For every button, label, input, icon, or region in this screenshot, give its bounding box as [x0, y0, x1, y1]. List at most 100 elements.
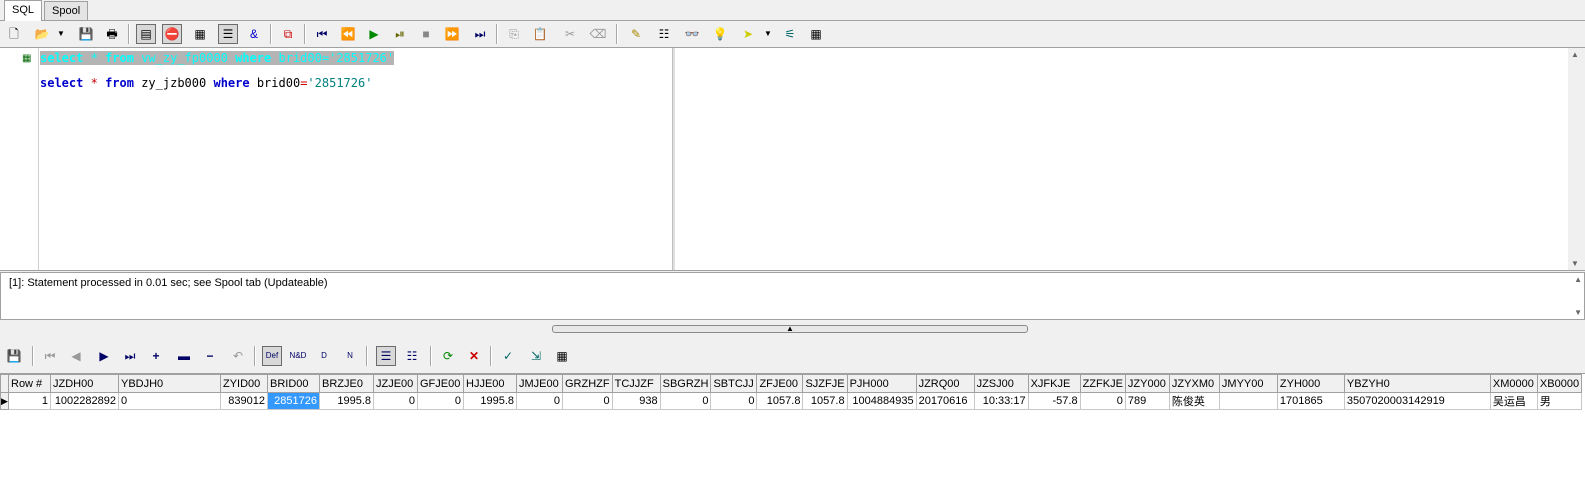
- grid-cell-jzy000[interactable]: 789: [1124, 392, 1170, 410]
- print-icon[interactable]: 🖶: [102, 24, 122, 44]
- grid-cell-grzhzf[interactable]: 0: [562, 392, 613, 410]
- next-record-icon[interactable]: ▶: [94, 346, 114, 366]
- scroll-up-icon[interactable]: ▲: [1571, 50, 1579, 59]
- column-header-jzyxm0[interactable]: JZYXM0: [1168, 374, 1220, 393]
- grid-cell-sbgrzh[interactable]: 0: [659, 392, 712, 410]
- column-header-pjh000[interactable]: PJH000: [846, 374, 917, 393]
- bulb-icon[interactable]: 💡: [710, 24, 730, 44]
- column-header-sjzfje[interactable]: SJZFJE: [802, 374, 848, 393]
- column-header-zyh000[interactable]: ZYH000: [1276, 374, 1345, 393]
- grid-cell-jzrq00[interactable]: 20170616: [915, 392, 975, 410]
- grid-icon[interactable]: ▦: [806, 24, 826, 44]
- grid-cell-sjzfje[interactable]: 1057.8: [802, 392, 848, 410]
- check-icon[interactable]: ✓: [498, 346, 518, 366]
- grid-cell-ybzyh0[interactable]: 3507020003142919: [1343, 392, 1491, 410]
- n-mode-icon[interactable]: N: [340, 346, 360, 366]
- grid-cell-zyh000[interactable]: 1701865: [1276, 392, 1345, 410]
- column-header-jzy000[interactable]: JZY000: [1124, 374, 1170, 393]
- last-record-icon[interactable]: ⏭: [120, 346, 140, 366]
- grid-cell-ybdjh0[interactable]: 0: [118, 392, 221, 410]
- next-icon[interactable]: ⏩: [442, 24, 462, 44]
- grid-cell-row-[interactable]: 1: [8, 392, 51, 410]
- grid-cell-hjje00[interactable]: 1995.8: [463, 392, 517, 410]
- chevron-down-icon[interactable]: ▼: [55, 24, 67, 44]
- column-header-jzdh00[interactable]: JZDH00: [50, 374, 119, 393]
- nd-mode-icon[interactable]: N&D: [288, 346, 308, 366]
- stop-small-icon[interactable]: ■: [416, 24, 436, 44]
- grid-cell-xm0000[interactable]: 吴运昌: [1489, 392, 1538, 410]
- copy-icon[interactable]: ⎘: [504, 24, 524, 44]
- clear-results-icon[interactable]: ✕: [464, 346, 484, 366]
- grid-cell-brzje0[interactable]: 1995.8: [319, 392, 374, 410]
- grid-view-icon[interactable]: ☰: [376, 346, 396, 366]
- column-header-xjfkje[interactable]: XJFKJE: [1027, 374, 1081, 393]
- prev-icon[interactable]: ⏪: [338, 24, 358, 44]
- grid-cell-pjh000[interactable]: 1004884935: [846, 392, 917, 410]
- clear-icon[interactable]: ⌫: [588, 24, 608, 44]
- check-syntax-icon[interactable]: ☰: [218, 24, 238, 44]
- explain-icon[interactable]: ▦: [190, 24, 210, 44]
- grid-cell-jzyxm0[interactable]: 陈俊英: [1168, 392, 1220, 410]
- play-icon[interactable]: ▶: [364, 24, 384, 44]
- column-header-ybzyh0[interactable]: YBZYH0: [1343, 374, 1491, 393]
- save-icon[interactable]: 💾: [4, 346, 24, 366]
- sql-line-2[interactable]: select * from zy_jzb000 where brid00='28…: [40, 76, 372, 90]
- results-grid[interactable]: Row # JZDH00 YBDJH0 ZYID00 BRID00 BRZJE0 JZJE0…: [0, 373, 1585, 499]
- d-mode-icon[interactable]: D: [314, 346, 334, 366]
- column-header-zyid00[interactable]: ZYID00: [220, 374, 268, 393]
- table-icon[interactable]: ▦: [552, 346, 572, 366]
- grid-cell-jmyy00[interactable]: [1218, 392, 1278, 410]
- column-header-gfje00[interactable]: GFJE00: [417, 374, 464, 393]
- column-header-hjje00[interactable]: HJJE00: [463, 374, 517, 393]
- chevron-down-icon[interactable]: ▼: [762, 24, 774, 44]
- first-record-icon[interactable]: ⏮: [40, 346, 60, 366]
- row-indicator-icon[interactable]: ▶: [0, 392, 9, 410]
- table-row[interactable]: ▶ 1 1002282892 0 839012 2851726 1995.8 0 0 1995.8…: [0, 392, 1583, 410]
- step-icon[interactable]: ⏯: [390, 24, 410, 44]
- column-header-brzje0[interactable]: BRZJE0: [319, 374, 374, 393]
- append-record-icon[interactable]: ▬: [174, 346, 194, 366]
- column-header-jmje00[interactable]: JMJE00: [516, 374, 563, 393]
- column-header-jzje00[interactable]: JZJE00: [373, 374, 418, 393]
- paste-icon[interactable]: 📋: [530, 24, 550, 44]
- add-record-icon[interactable]: +: [146, 346, 166, 366]
- column-header-row-[interactable]: Row #: [8, 374, 51, 393]
- column-header-jzrq00[interactable]: JZRQ00: [915, 374, 975, 393]
- grid-cell-zzfkje[interactable]: 0: [1079, 392, 1126, 410]
- column-header-zfje00[interactable]: ZFJE00: [756, 374, 804, 393]
- panel-splitter[interactable]: ▲: [552, 325, 1028, 333]
- scroll-up-icon[interactable]: ▲: [1574, 275, 1582, 284]
- save-icon[interactable]: 💾: [76, 24, 96, 44]
- binoculars-icon[interactable]: 👓: [682, 24, 702, 44]
- new-file-icon[interactable]: 🗋: [4, 24, 24, 44]
- grid-cell-zfje00[interactable]: 1057.8: [756, 392, 804, 410]
- column-header-ybdjh0[interactable]: YBDJH0: [118, 374, 221, 393]
- scroll-down-icon[interactable]: ▼: [1571, 259, 1579, 268]
- column-header-sbgrzh[interactable]: SBGRZH: [659, 374, 712, 393]
- column-header-brid00[interactable]: BRID00: [267, 374, 320, 393]
- tab-spool[interactable]: Spool: [44, 1, 89, 20]
- grid-cell-gfje00[interactable]: 0: [417, 392, 464, 410]
- tree-icon[interactable]: ⚟: [780, 24, 800, 44]
- spell-icon[interactable]: ✎: [626, 24, 646, 44]
- export-icon[interactable]: ⇲: [526, 346, 546, 366]
- grid-cell-xjfkje[interactable]: -57.8: [1027, 392, 1081, 410]
- column-header-grzhzf[interactable]: GRZHZF: [562, 374, 613, 393]
- column-header-zzfkje[interactable]: ZZFKJE: [1079, 374, 1126, 393]
- tab-sql[interactable]: SQL: [4, 0, 43, 21]
- grid-cell-xb0000[interactable]: 男: [1536, 392, 1583, 410]
- arrow-icon[interactable]: ➤: [738, 24, 758, 44]
- editor-vertical-divider[interactable]: [672, 48, 675, 270]
- grid-cell-sbtcjj[interactable]: 0: [710, 392, 758, 410]
- ampersand-icon[interactable]: &: [244, 24, 264, 44]
- grid-cell-zyid00[interactable]: 839012: [220, 392, 268, 410]
- grid-cell-jzsj00[interactable]: 10:33:17: [973, 392, 1029, 410]
- grid-cell-brid00[interactable]: 2851726: [267, 392, 320, 410]
- sql-editor[interactable]: ▦ select * from vw_zy_fp0000 where brid0…: [0, 47, 1585, 271]
- prev-record-icon[interactable]: ◀: [66, 346, 86, 366]
- refresh-icon[interactable]: ⟳: [438, 346, 458, 366]
- column-header-jmyy00[interactable]: JMYY00: [1218, 374, 1278, 393]
- cut-icon[interactable]: ✂: [560, 24, 580, 44]
- delete-record-icon[interactable]: −: [200, 346, 220, 366]
- column-header-xb0000[interactable]: XB0000: [1536, 374, 1583, 393]
